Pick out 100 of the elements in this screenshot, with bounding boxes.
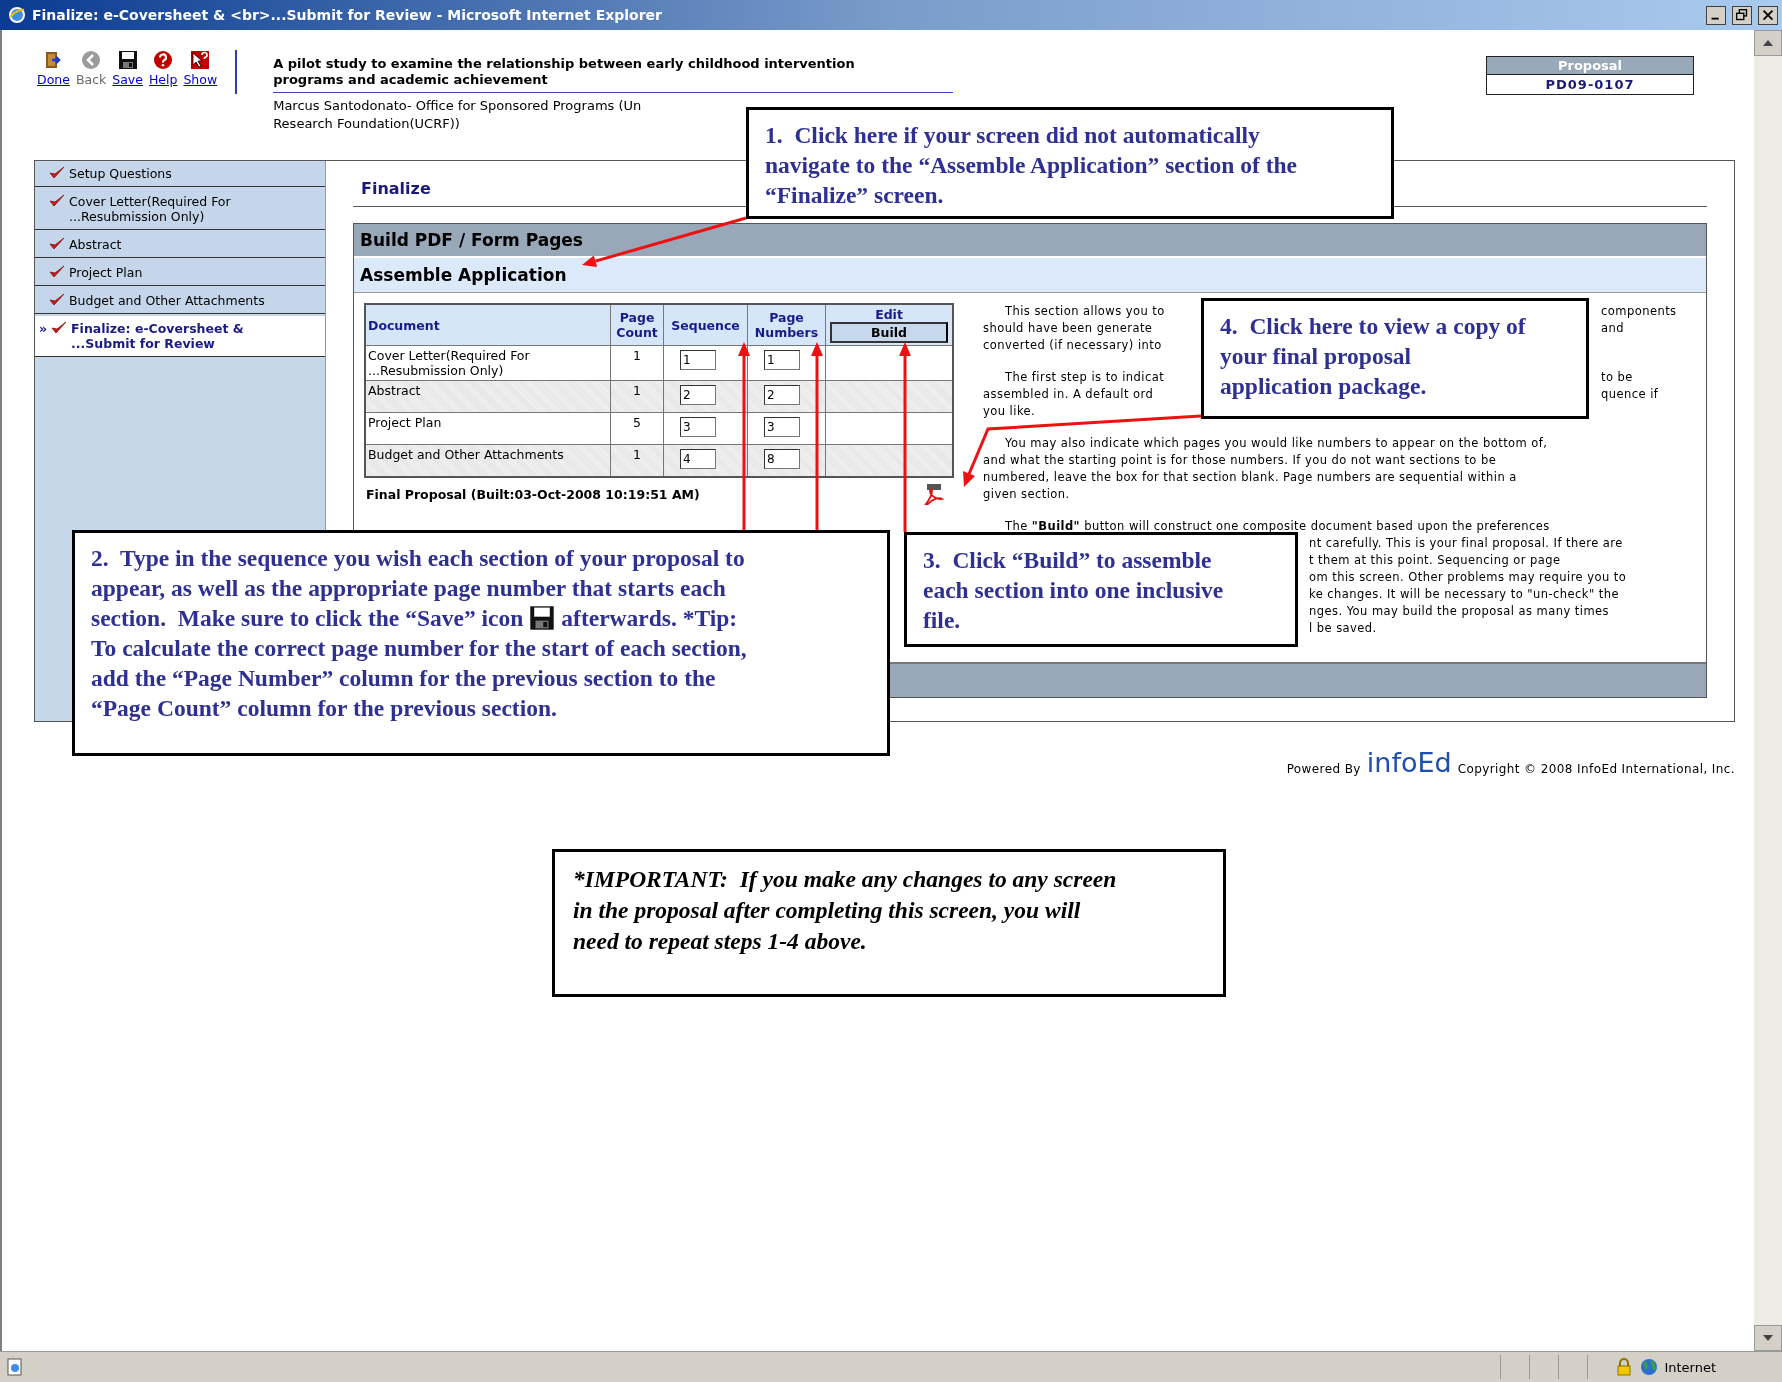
investigator-text: Marcus Santodonato- Office for Sponsored Programs (Un Research Foundation(UCRF)) [273, 97, 643, 133]
important-note: *IMPORTANT: If you make any changes to any screen [573, 865, 1117, 894]
proposal-number: PD09-0107 [1544, 76, 1636, 94]
scroll-down-icon[interactable] [1754, 1325, 1782, 1351]
callout-text: appear, as well as the appropriate page number that starts each [91, 574, 726, 603]
current-marker: » [39, 321, 48, 336]
pdf-icon[interactable] [922, 483, 944, 506]
sequence-field[interactable]: 2 [680, 385, 717, 405]
zone-text: Internet [1664, 1359, 1716, 1375]
toolbar-link[interactable]: Save [112, 50, 143, 94]
sidebar-label: Abstract [69, 237, 122, 252]
logo: infoEd [1366, 750, 1452, 776]
sidebar-label: Project Plan [69, 265, 143, 280]
help-text: The "Build" button will construct one composite document based upon the preferences [1005, 518, 1550, 535]
callout-text: To calculate the correct page number for the start of each section, [91, 634, 747, 663]
column-header: Edit [874, 307, 904, 322]
checkmark-icon [49, 166, 65, 180]
callout-text: add the “Page Number” column for the previous section to the [91, 664, 716, 693]
save-icon [529, 605, 556, 631]
help-text: components [1601, 303, 1677, 320]
page-number-field[interactable]: 1 [763, 350, 800, 370]
sidebar-label: Finalize: e-Coversheet & ...Submit for Review [71, 321, 244, 351]
toolbar-link[interactable]: Done [37, 50, 70, 94]
help-text: and what the starting point is for those numbers. If you do not want sections to be [983, 452, 1497, 469]
callout-text: file. [923, 606, 961, 635]
table-cell: 1 [610, 380, 664, 413]
help-text: nt carefully. This is your final proposal. If there are [1309, 535, 1623, 552]
help-text: given section. [983, 486, 1070, 503]
callout-text: application package. [1220, 372, 1427, 401]
close-icon[interactable] [1758, 5, 1778, 25]
callout-text: afterwards. *Tip: [561, 604, 738, 633]
toolbar-link[interactable]: Help [148, 50, 178, 94]
page-number-field[interactable]: 8 [763, 449, 800, 469]
table-cell: Abstract [365, 380, 611, 413]
save-icon [117, 50, 138, 70]
table-cell: Cover Letter(Required For ...Resubmission Only) [365, 345, 611, 381]
sequence-field[interactable]: 4 [680, 449, 717, 469]
table-cell: 5 [610, 412, 664, 445]
table-cell: Project Plan [365, 412, 611, 445]
panel-subheader: Assemble Application [354, 258, 1706, 293]
sidebar-label: Setup Questions [69, 166, 172, 181]
checkmark-icon [49, 293, 65, 307]
page-number-field[interactable]: 3 [763, 417, 800, 437]
table-cell: Budget and Other Attachments [365, 444, 611, 477]
help-text: and [1601, 320, 1624, 337]
callout-text: each section into one inclusive [923, 576, 1224, 605]
panel-header: Build PDF / Form Pages [354, 224, 1706, 258]
help-text: should have been generate [983, 320, 1153, 337]
callout-text: 4. Click here to view a copy of [1220, 312, 1526, 341]
scroll-up-icon[interactable] [1754, 30, 1782, 56]
callout-text: “Page Count” column for the previous section. [91, 694, 557, 723]
help-text: to be [1601, 369, 1633, 386]
column-header: Sequence [663, 304, 748, 346]
final-proposal-text: Final Proposal (Built:03-Oct-2008 10:19:51 AM) [366, 487, 700, 502]
table-cell: 1 [610, 444, 664, 477]
window-title: Finalize: e-Coversheet & <br>...Submit for Review - Microsoft Internet Explorer [32, 7, 663, 23]
help-text: quence if [1601, 386, 1659, 403]
callout-text: your final proposal [1220, 342, 1412, 371]
checkmark-icon [51, 321, 68, 335]
help-text: l be saved. [1309, 620, 1377, 637]
checkmark-icon [49, 194, 65, 208]
help-text: The first step is to indicat [1005, 369, 1165, 386]
toolbar-link[interactable]: Show [183, 50, 218, 94]
table-cell: 1 [610, 345, 664, 381]
copyright-text: Copyright © 2008 InfoEd International, Inc. [1457, 762, 1735, 776]
page-number-field[interactable]: 2 [763, 385, 800, 405]
restore-icon[interactable] [1732, 5, 1752, 25]
callout-text: section. Make sure to click the “Save” icon [91, 604, 524, 633]
help-text: you like. [983, 403, 1036, 420]
sidebar-label: Cover Letter(Required For ...Resubmission Only) [69, 194, 231, 224]
sidebar-item[interactable]: » Finalize: e-Coversheet & ...Submit for Review [35, 316, 325, 357]
important-note: in the proposal after completing this screen, you will [573, 896, 1081, 925]
proposal-label: Proposal [1487, 57, 1693, 75]
help-text: This section allows you to [1005, 303, 1165, 320]
powered-by-text: Powered By [1286, 762, 1361, 776]
callout-text: “Finalize” screen. [765, 181, 944, 210]
page-icon [6, 1358, 24, 1376]
help-text: converted (if necessary) into [983, 337, 1162, 354]
help-text: t them at this point. Sequencing or page [1309, 552, 1561, 569]
help-text: assembled in. A default ord [983, 386, 1154, 403]
cursor-help-icon [190, 50, 211, 70]
important-note: need to repeat steps 1-4 above. [573, 927, 867, 956]
sequence-field[interactable]: 1 [680, 350, 717, 370]
minimize-icon[interactable] [1706, 5, 1726, 25]
globe-icon [1640, 1358, 1659, 1376]
browser-icon [8, 6, 26, 24]
lock-icon [1616, 1358, 1633, 1376]
sidebar-label: Budget and Other Attachments [69, 293, 265, 308]
build-button[interactable]: Build [830, 322, 948, 343]
help-text: nges. You may build the proposal as many times [1309, 603, 1610, 620]
checkmark-icon [49, 265, 65, 279]
callout-text: 3. Click “Build” to assemble [923, 546, 1212, 575]
column-header: Document [365, 304, 611, 346]
proposal-title: A pilot study to examine the relationship between early childhood intervention programs and academic achievement [273, 56, 954, 93]
column-header: Page Numbers [747, 304, 826, 346]
checkmark-icon [49, 237, 65, 251]
back-icon [81, 50, 102, 70]
help-text: You may also indicate which pages you would like numbers to appear on the bottom of, [1005, 435, 1548, 452]
column-header: Page Count [610, 304, 664, 346]
sequence-field[interactable]: 3 [680, 417, 717, 437]
